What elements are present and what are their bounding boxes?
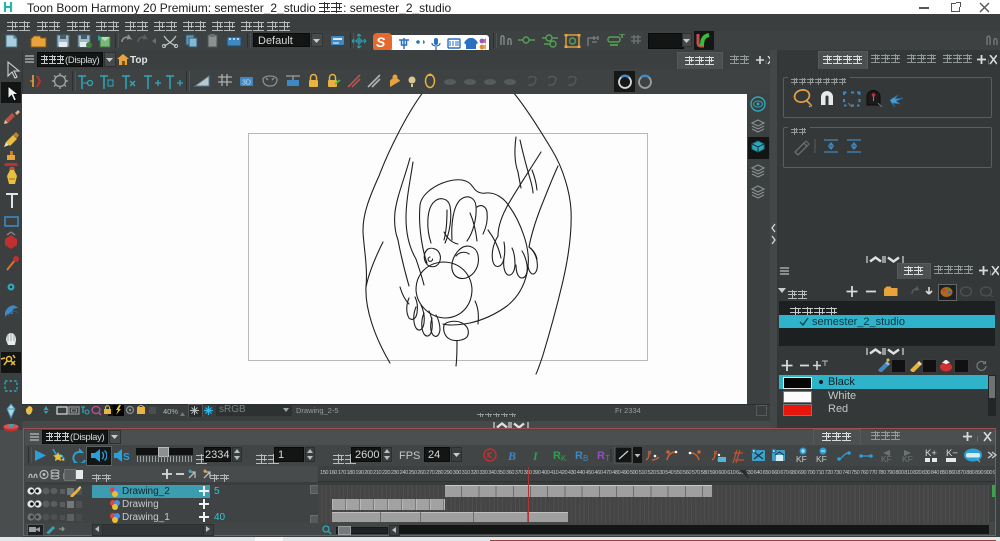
svg-text:I: I xyxy=(532,449,539,463)
svg-text:S: S xyxy=(123,452,130,462)
svg-text:K−: K− xyxy=(946,448,958,459)
svg-text:R: R xyxy=(553,450,561,462)
svg-text:KF: KF xyxy=(796,454,807,464)
svg-text:3D: 3D xyxy=(242,80,251,87)
svg-text:K: K xyxy=(561,454,567,463)
svg-text:R: R xyxy=(597,450,605,462)
svg-text:T: T xyxy=(605,454,610,463)
svg-text:B: B xyxy=(507,449,516,463)
svg-text:KF: KF xyxy=(902,454,913,464)
svg-text:KF: KF xyxy=(816,454,827,464)
svg-text:R: R xyxy=(575,450,583,462)
svg-text:KF: KF xyxy=(881,454,892,464)
svg-text:K+: K+ xyxy=(925,448,937,459)
svg-text:B: B xyxy=(583,454,588,463)
